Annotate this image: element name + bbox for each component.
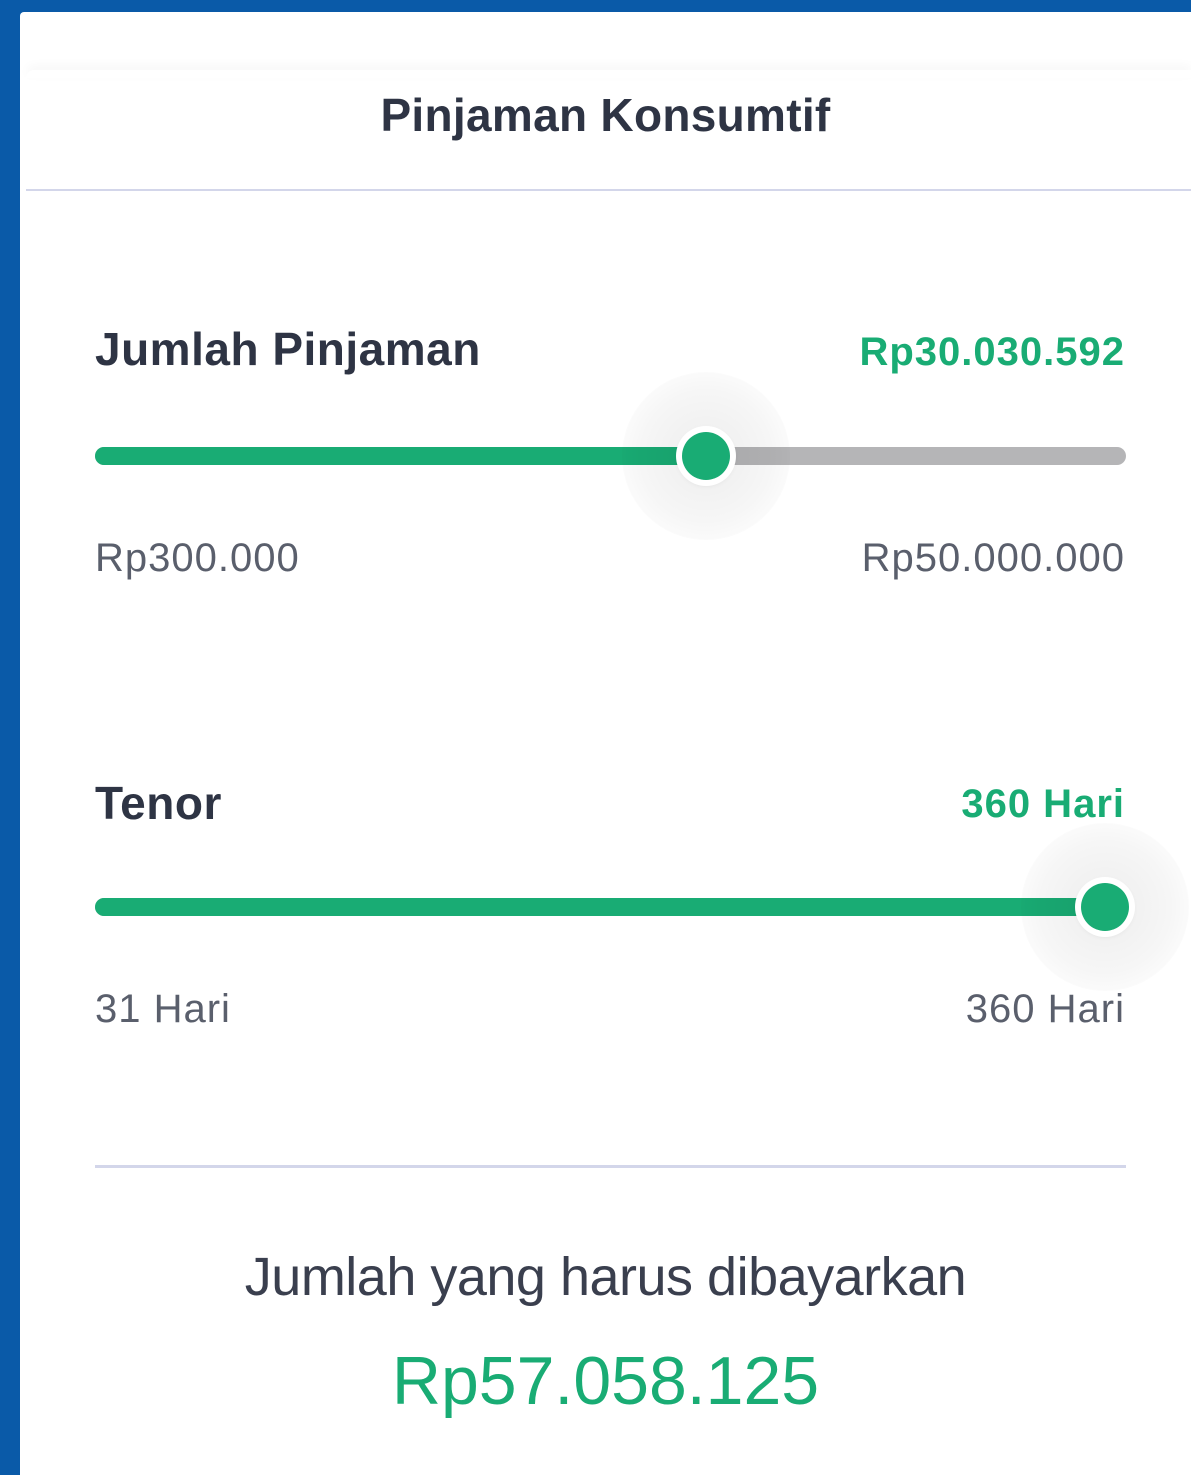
loan-amount-value: Rp30.030.592 xyxy=(859,330,1125,374)
tenor-slider-thumb[interactable] xyxy=(1081,883,1129,931)
tenor-slider[interactable] xyxy=(95,823,1189,991)
tenor-slider-fill xyxy=(95,898,1105,916)
loan-amount-min-label: Rp300.000 xyxy=(95,536,300,580)
header-divider xyxy=(26,189,1191,191)
tenor-min-label: 31 Hari xyxy=(95,987,231,1031)
card-top-edge xyxy=(26,70,1191,78)
total-payable-value: Rp57.058.125 xyxy=(391,1343,820,1419)
summary-divider xyxy=(95,1165,1126,1168)
loan-amount-max-label: Rp50.000.000 xyxy=(861,536,1125,580)
total-payable-label: Jumlah yang harus dibayarkan xyxy=(244,1247,967,1307)
tenor-value: 360 Hari xyxy=(961,782,1125,826)
tenor-max-label: 360 Hari xyxy=(965,987,1125,1031)
loan-amount-slider-fill xyxy=(95,447,706,465)
loan-amount-slider-thumb[interactable] xyxy=(682,432,730,480)
loan-amount-slider[interactable] xyxy=(95,372,1126,540)
loan-amount-label: Jumlah Pinjaman xyxy=(95,323,481,375)
tenor-label: Tenor xyxy=(95,777,222,829)
page-title: Pinjaman Konsumtif xyxy=(380,89,831,141)
